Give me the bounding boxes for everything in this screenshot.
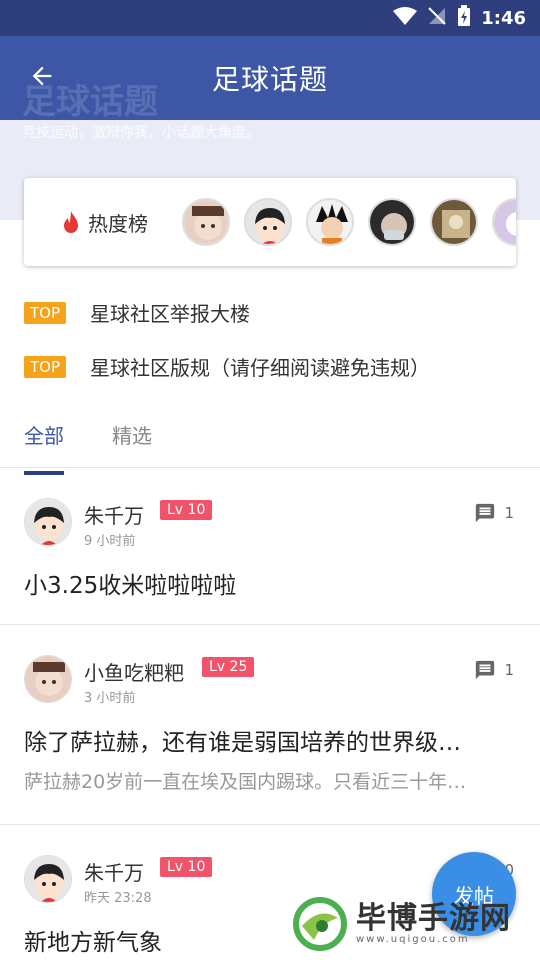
post-author[interactable]: 小鱼吃粑粑 [84,657,184,686]
top-post-title: 星球社区举报大楼 [90,302,251,326]
avatar[interactable] [24,498,72,546]
avatar[interactable] [306,198,354,246]
tab-featured[interactable]: 精选 [112,420,152,463]
top-tag: TOP [24,301,67,324]
avatar[interactable] [492,198,516,246]
level-badge: Lv 10 [160,857,213,877]
avatar[interactable] [244,198,292,246]
feed-tabs: 全部 精选 [24,420,152,475]
hot-ranking-text: 热度榜 [88,212,148,236]
level-badge: Lv 25 [202,657,255,677]
wifi-icon [393,6,418,30]
status-time: 1:46 [481,7,526,29]
battery-charging-icon [457,5,471,31]
watermark-logo-icon [293,897,347,951]
post-item[interactable]: 小鱼吃粑粑 Lv 25 3 小时前 1 除了萨拉赫，还有谁是弱国培养的世界级… … [0,625,540,825]
banner-title: 足球话题 [22,82,158,122]
status-bar: 1:46 [0,0,540,36]
comment-count-value: 1 [504,504,514,522]
fire-icon [64,210,78,233]
comment-count-value: 1 [504,661,514,679]
avatar[interactable] [182,198,230,246]
avatar[interactable] [24,855,72,903]
avatar[interactable] [368,198,416,246]
avatar[interactable] [24,655,72,703]
watermark-name: 毕博手游网 [356,900,511,936]
post-time: 昨天 23:28 [84,891,152,906]
comment-icon [476,660,495,680]
hot-ranking-label[interactable]: 热度榜 [60,208,148,237]
top-tag: TOP [24,355,67,378]
top-post-item[interactable]: TOP 星球社区版规（请仔细阅读避免违规） [24,352,430,381]
post-excerpt: 萨拉赫20岁前一直在埃及国内踢球。只看近三十年… [24,771,467,793]
tab-all[interactable]: 全部 [24,420,64,475]
comment-count[interactable]: 1 [474,659,514,681]
hot-user-avatars [182,198,516,246]
comment-icon [476,503,495,523]
avatar[interactable] [430,198,478,246]
level-badge: Lv 10 [160,500,213,520]
post-title[interactable]: 小3.25收米啦啦啦啦 [24,566,510,600]
hot-ranking-card[interactable]: 热度榜 [24,178,516,266]
post-time: 3 小时前 [84,691,136,706]
top-post-item[interactable]: TOP 星球社区举报大楼 [24,298,250,327]
banner-subtitle: 竞技运动，激辩你我，小话题大角度。 [22,125,260,141]
watermark: 毕博手游网 www.uqigou.com [292,894,532,954]
post-author[interactable]: 朱千万 [84,500,144,529]
signal-off-icon [427,6,447,30]
post-item[interactable]: 朱千万 Lv 10 9 小时前 1 小3.25收米啦啦啦啦 [0,468,540,625]
post-title[interactable]: 除了萨拉赫，还有谁是弱国培养的世界级… [24,723,510,757]
top-post-title: 星球社区版规（请仔细阅读避免违规） [90,356,431,380]
comment-count[interactable]: 1 [474,502,514,524]
post-author[interactable]: 朱千万 [84,857,144,886]
post-time: 9 小时前 [84,534,136,549]
